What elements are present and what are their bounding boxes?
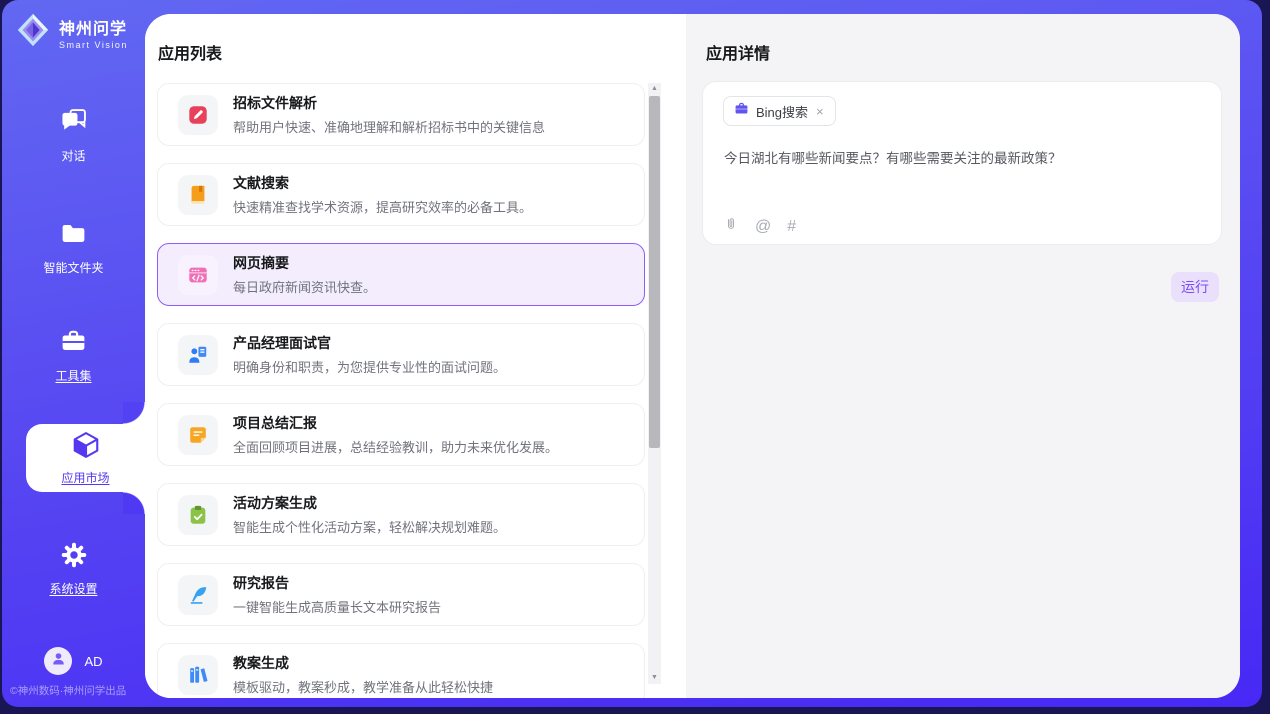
user-name: AD <box>84 654 102 669</box>
chat-icon <box>59 106 89 141</box>
scroll-up-icon[interactable]: ▲ <box>648 83 661 95</box>
paperclip-icon[interactable] <box>723 216 739 237</box>
app-list-panel: 应用列表 招标文件解析 帮助用户快速、准确地理解和解析招标书中的关键信息 <box>145 14 686 698</box>
at-mention-icon[interactable]: @ <box>755 219 771 235</box>
book-icon <box>178 175 218 215</box>
app-list-scrollbar[interactable]: ▲ ▼ <box>648 83 661 684</box>
sidebar-item-label: 工具集 <box>55 367 91 384</box>
app-card-title: 产品经理面试官 <box>233 333 506 353</box>
brand-subtitle: Smart Vision <box>59 40 128 50</box>
sidebar: 神州问学 Smart Vision 对话 智能文件夹 <box>2 0 145 707</box>
main-content: 应用列表 招标文件解析 帮助用户快速、准确地理解和解析招标书中的关键信息 <box>145 14 1240 698</box>
clipboard-check-icon <box>178 495 218 535</box>
person-icon <box>50 650 67 672</box>
edit-square-icon <box>178 95 218 135</box>
app-card-project-summary[interactable]: 项目总结汇报 全面回顾项目进展，总结经验教训，助力未来优化发展。 <box>157 403 645 466</box>
app-card-literature-search[interactable]: 文献搜索 快速精准查找学术资源，提高研究效率的必备工具。 <box>157 163 645 226</box>
app-card-web-summary[interactable]: 网页摘要 每日政府新闻资讯快查。 <box>157 243 645 306</box>
close-icon[interactable]: × <box>815 104 825 119</box>
app-card-desc: 快速精准查找学术资源，提高研究效率的必备工具。 <box>233 197 532 216</box>
user-account[interactable]: AD <box>2 647 145 675</box>
app-card-desc: 模板驱动，教案秒成，教学准备从此轻松快捷 <box>233 677 493 696</box>
app-card-event-plan[interactable]: 活动方案生成 智能生成个性化活动方案，轻松解决规划难题。 <box>157 483 645 546</box>
sidebar-item-app-market[interactable]: 应用市场 <box>26 424 145 492</box>
active-tab-notch-bottom <box>123 492 145 514</box>
sidebar-item-label: 系统设置 <box>49 580 97 597</box>
diamond-gem-icon <box>14 11 52 54</box>
quill-icon <box>178 575 218 615</box>
app-card-research-report[interactable]: 研究报告 一键智能生成高质量长文本研究报告 <box>157 563 645 626</box>
scrollbar-thumb[interactable] <box>649 96 660 448</box>
app-card-title: 教案生成 <box>233 653 493 673</box>
cube-icon <box>71 430 101 465</box>
app-card-desc: 帮助用户快速、准确地理解和解析招标书中的关键信息 <box>233 117 545 136</box>
app-detail-title: 应用详情 <box>706 40 770 64</box>
app-card-pm-interviewer[interactable]: 产品经理面试官 明确身份和职责，为您提供专业性的面试问题。 <box>157 323 645 386</box>
folder-icon <box>59 219 88 253</box>
sidebar-item-smart-folder[interactable]: 智能文件夹 <box>2 219 145 276</box>
app-card-desc: 全面回顾项目进展，总结经验教训，助力未来优化发展。 <box>233 437 558 456</box>
app-card-title: 研究报告 <box>233 573 441 593</box>
app-frame: 神州问学 Smart Vision 对话 智能文件夹 <box>2 0 1262 707</box>
browser-code-icon <box>178 255 218 295</box>
app-card-desc: 智能生成个性化活动方案，轻松解决规划难题。 <box>233 517 506 536</box>
brand-name: 神州问学 <box>59 15 128 39</box>
sidebar-item-toolset[interactable]: 工具集 <box>2 327 145 384</box>
app-card-desc: 每日政府新闻资讯快查。 <box>233 277 376 296</box>
brand-logo: 神州问学 Smart Vision <box>14 11 128 54</box>
sidebar-item-label: 对话 <box>61 147 85 164</box>
copyright-footer: ©神州数码·神州问学出品 <box>10 683 126 698</box>
app-card-title: 项目总结汇报 <box>233 413 558 433</box>
interviewer-icon <box>178 335 218 375</box>
tool-tag-bing-search[interactable]: Bing搜索 × <box>723 96 836 126</box>
sidebar-item-settings[interactable]: 系统设置 <box>2 541 145 597</box>
app-card-title: 活动方案生成 <box>233 493 506 513</box>
app-card-lesson-plan[interactable]: 教案生成 模板驱动，教案秒成，教学准备从此轻松快捷 <box>157 643 645 698</box>
briefcase-icon <box>734 101 749 121</box>
attachment-toolbar: @ # <box>723 216 796 237</box>
app-card-desc: 一键智能生成高质量长文本研究报告 <box>233 597 441 616</box>
active-tab-notch-top <box>123 402 145 424</box>
app-card-desc: 明确身份和职责，为您提供专业性的面试问题。 <box>233 357 506 376</box>
sidebar-item-label: 智能文件夹 <box>43 259 103 276</box>
sidebar-item-label: 应用市场 <box>61 469 109 486</box>
app-card-title: 文献搜索 <box>233 173 532 193</box>
app-card-list: 招标文件解析 帮助用户快速、准确地理解和解析招标书中的关键信息 文献搜索 <box>157 83 645 698</box>
books-icon <box>178 655 218 695</box>
note-icon <box>178 415 218 455</box>
sidebar-item-chat[interactable]: 对话 <box>2 106 145 164</box>
run-button[interactable]: 运行 <box>1171 272 1219 302</box>
prompt-input[interactable]: 今日湖北有哪些新闻要点？有哪些需要关注的最新政策？ <box>724 149 1201 169</box>
toolbox-icon <box>59 327 88 361</box>
gear-icon <box>60 541 88 574</box>
hash-tag-icon[interactable]: # <box>787 219 796 235</box>
app-card-title: 网页摘要 <box>233 253 376 273</box>
tool-tag-label: Bing搜索 <box>756 102 808 121</box>
avatar <box>44 647 72 675</box>
app-card-title: 招标文件解析 <box>233 93 545 113</box>
prompt-card: Bing搜索 × 今日湖北有哪些新闻要点？有哪些需要关注的最新政策？ @ # <box>702 81 1222 245</box>
app-detail-panel: 应用详情 Bing搜索 × 今日湖北有哪些新闻要点？有哪些需要关注的最新政策？ <box>686 14 1240 698</box>
scroll-down-icon[interactable]: ▼ <box>648 672 661 684</box>
app-list-title: 应用列表 <box>158 40 222 64</box>
app-card-bid-document-parse[interactable]: 招标文件解析 帮助用户快速、准确地理解和解析招标书中的关键信息 <box>157 83 645 146</box>
